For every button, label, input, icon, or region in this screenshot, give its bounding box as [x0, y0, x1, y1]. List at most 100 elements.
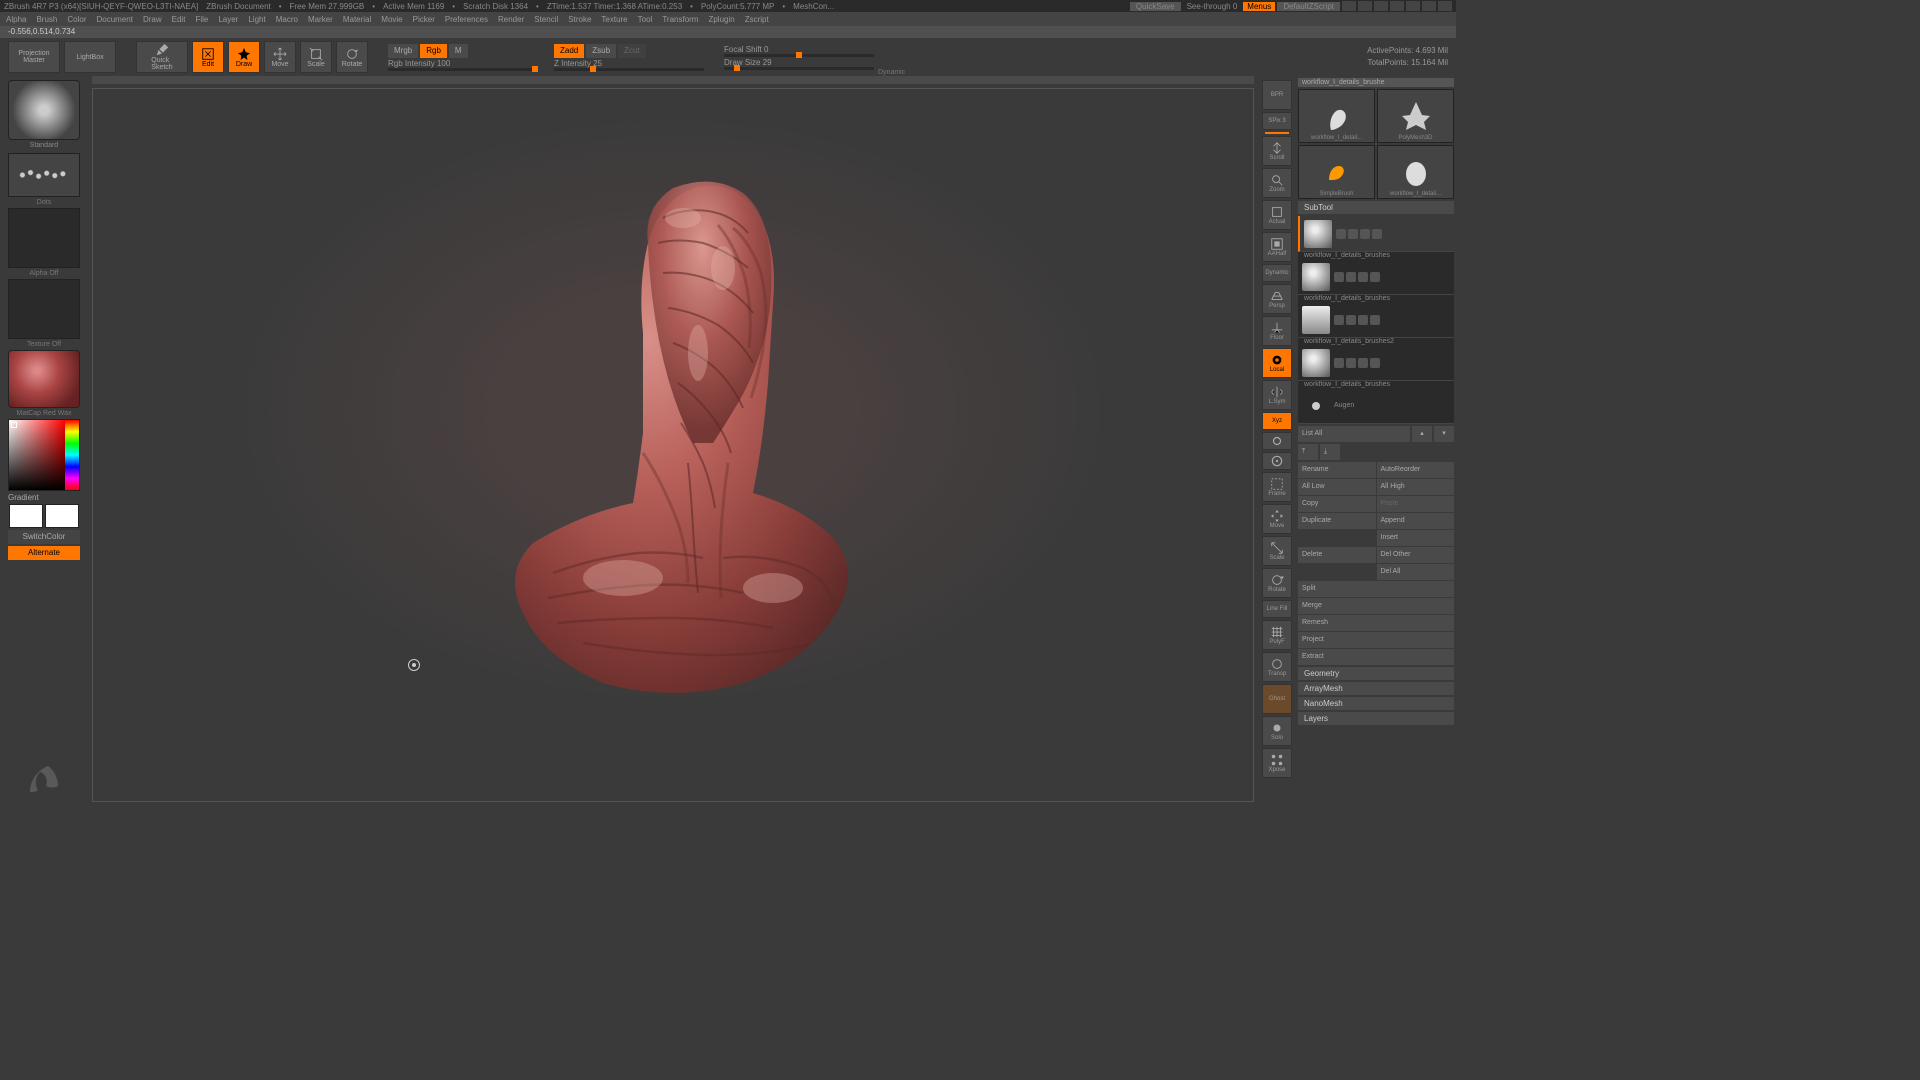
scale-view-button[interactable]: Scale	[1262, 536, 1292, 566]
lsym-button[interactable]: L.Sym	[1262, 380, 1292, 410]
rename-button[interactable]: Rename	[1298, 462, 1376, 478]
z-intensity-slider[interactable]: Z Intensity 25	[554, 59, 704, 71]
move-mode-button[interactable]: Move	[264, 41, 296, 73]
menu-zscript[interactable]: Zscript	[745, 15, 769, 24]
project-button[interactable]: Project	[1298, 632, 1454, 648]
texture-slot[interactable]	[8, 279, 80, 339]
subtool-row[interactable]	[1298, 345, 1454, 381]
menu-document[interactable]: Document	[97, 15, 133, 24]
swatch-main[interactable]	[9, 504, 43, 528]
menu-light[interactable]: Light	[248, 15, 265, 24]
transp-button[interactable]: Transp	[1262, 652, 1292, 682]
zsub-button[interactable]: Zsub	[586, 44, 616, 58]
arrow-up-full-icon[interactable]: ⤒	[1298, 444, 1318, 460]
zadd-button[interactable]: Zadd	[554, 44, 584, 58]
zcut-button[interactable]: Zcut	[618, 44, 646, 58]
rgb-button[interactable]: Rgb	[420, 44, 447, 58]
canvas[interactable]	[92, 88, 1254, 802]
window-btn-3[interactable]	[1374, 1, 1388, 11]
scroll-button[interactable]: Scroll	[1262, 136, 1292, 166]
append-button[interactable]: Append	[1377, 513, 1455, 529]
move-down-icon[interactable]: ▾	[1434, 426, 1454, 442]
projection-master-button[interactable]: Projection Master	[8, 41, 60, 73]
quick-sketch-button[interactable]: Quick Sketch	[136, 41, 188, 73]
floor-button[interactable]: Floor	[1262, 316, 1292, 346]
menu-edit[interactable]: Edit	[172, 15, 186, 24]
local-button[interactable]: Local	[1262, 348, 1292, 378]
menu-layer[interactable]: Layer	[218, 15, 238, 24]
autoreorder-button[interactable]: AutoReorder	[1377, 462, 1455, 478]
menu-draw[interactable]: Draw	[143, 15, 162, 24]
material-preview[interactable]	[8, 350, 80, 408]
tool-filename[interactable]: workflow_I_details_brushe	[1298, 78, 1454, 87]
geometry-section[interactable]: Geometry	[1298, 667, 1454, 680]
m-button[interactable]: M	[449, 44, 468, 58]
paste-button[interactable]: Paste	[1377, 496, 1455, 512]
rgb-intensity-slider[interactable]: Rgb Intensity 100	[388, 59, 538, 71]
draw-size-slider[interactable]: Draw Size 29	[724, 58, 874, 70]
arraymesh-section[interactable]: ArrayMesh	[1298, 682, 1454, 695]
duplicate-button[interactable]: Duplicate	[1298, 513, 1376, 529]
xyz-button[interactable]: Xyz	[1262, 412, 1292, 430]
layers-section[interactable]: Layers	[1298, 712, 1454, 725]
menu-texture[interactable]: Texture	[601, 15, 627, 24]
del-other-button[interactable]: Del Other	[1377, 547, 1455, 563]
menu-brush[interactable]: Brush	[36, 15, 57, 24]
tool-cell-0[interactable]: workflow_I_detail...	[1298, 89, 1375, 143]
menu-alpha[interactable]: Alpha	[6, 15, 26, 24]
spix-button[interactable]: SPix 3	[1262, 112, 1292, 130]
window-btn-2[interactable]	[1358, 1, 1372, 11]
ghost-button[interactable]: Ghost	[1262, 684, 1292, 714]
minimize-icon[interactable]	[1406, 1, 1420, 11]
menu-picker[interactable]: Picker	[413, 15, 435, 24]
nanomesh-section[interactable]: NanoMesh	[1298, 697, 1454, 710]
menu-zplugin[interactable]: Zplugin	[708, 15, 734, 24]
draw-mode-button[interactable]: Draw	[228, 41, 260, 73]
tool-cell-2[interactable]: SimpleBrush	[1298, 145, 1375, 199]
move-view-button[interactable]: Move	[1262, 504, 1292, 534]
insert-button[interactable]: Insert	[1377, 530, 1455, 546]
rotate-mode-button[interactable]: Rotate	[336, 41, 368, 73]
menu-file[interactable]: File	[195, 15, 208, 24]
extract-button[interactable]: Extract	[1298, 649, 1454, 665]
menu-marker[interactable]: Marker	[308, 15, 333, 24]
split-button[interactable]: Split	[1298, 581, 1454, 597]
mrgb-button[interactable]: Mrgb	[388, 44, 418, 58]
menu-render[interactable]: Render	[498, 15, 524, 24]
quicksave-button[interactable]: QuickSave	[1130, 2, 1181, 11]
stroke-preview[interactable]	[8, 153, 80, 197]
all-low-button[interactable]: All Low	[1298, 479, 1376, 495]
aahalf-button[interactable]: AAHalf	[1262, 232, 1292, 262]
tool-cell-1[interactable]: PolyMesh3D	[1377, 89, 1454, 143]
menus-toggle[interactable]: Menus	[1243, 2, 1275, 11]
solo-button[interactable]: Solo	[1262, 716, 1292, 746]
focal-shift-slider[interactable]: Focal Shift 0	[724, 45, 874, 57]
frame-button[interactable]: Frame	[1262, 472, 1292, 502]
viewport-scroll-bar[interactable]	[92, 76, 1254, 84]
delete-button[interactable]: Delete	[1298, 547, 1376, 563]
subtool-row[interactable]	[1298, 302, 1454, 338]
bpr-button[interactable]: BPR	[1262, 80, 1292, 110]
lightbox-button[interactable]: LightBox	[64, 41, 116, 73]
window-btn-4[interactable]	[1390, 1, 1404, 11]
zoom-button[interactable]: Zoom	[1262, 168, 1292, 198]
color-picker[interactable]	[8, 419, 80, 491]
window-btn-1[interactable]	[1342, 1, 1356, 11]
merge-button[interactable]: Merge	[1298, 598, 1454, 614]
brush-preview[interactable]	[8, 80, 80, 140]
menu-movie[interactable]: Movie	[381, 15, 402, 24]
menu-stencil[interactable]: Stencil	[534, 15, 558, 24]
subtool-row[interactable]	[1298, 216, 1454, 252]
move-up-icon[interactable]: ▴	[1412, 426, 1432, 442]
menu-material[interactable]: Material	[343, 15, 371, 24]
alternate-button[interactable]: Alternate	[8, 546, 80, 560]
subtool-row[interactable]	[1298, 259, 1454, 295]
maximize-icon[interactable]	[1422, 1, 1436, 11]
arrow-down-full-icon[interactable]: ⤓	[1320, 444, 1340, 460]
del-all-button[interactable]: Del All	[1377, 564, 1455, 580]
subtool-row[interactable]: Augen	[1298, 388, 1454, 424]
subtool-header[interactable]: SubTool	[1298, 201, 1454, 214]
switch-color-button[interactable]: SwitchColor	[8, 530, 80, 544]
tool-cell-3[interactable]: workflow_I_detail...	[1377, 145, 1454, 199]
alpha-slot[interactable]	[8, 208, 80, 268]
